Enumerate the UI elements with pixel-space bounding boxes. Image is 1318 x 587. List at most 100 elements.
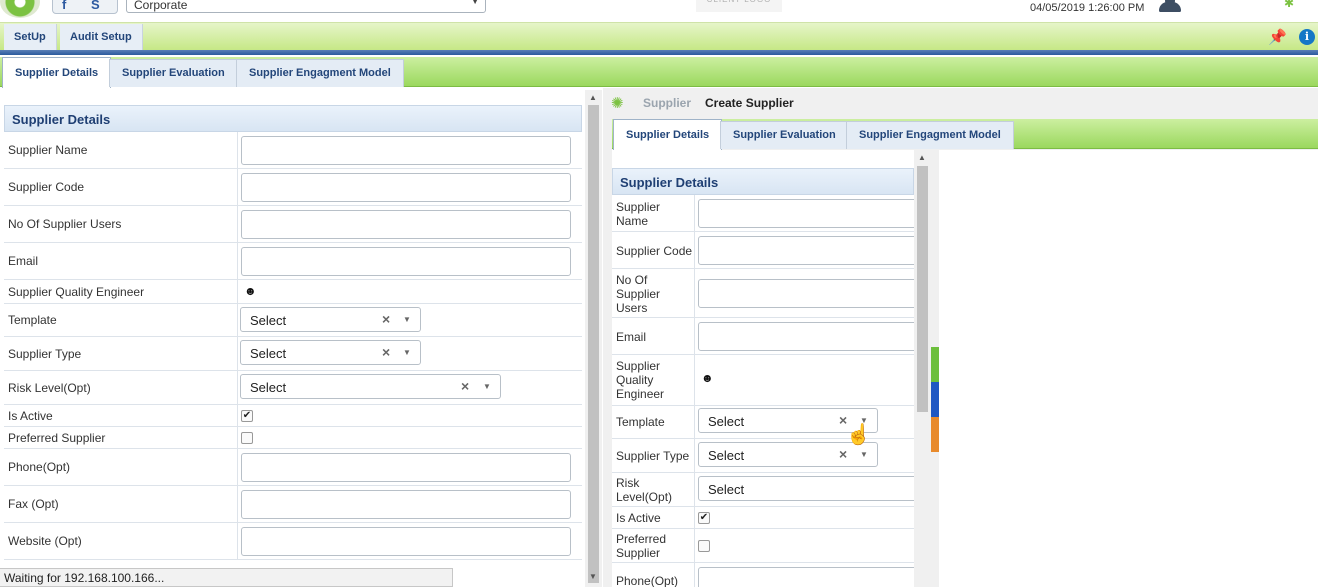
website-input[interactable]: [241, 527, 571, 556]
swirl-logo-icon: ✺: [611, 95, 624, 112]
social-buttons: f S: [52, 0, 118, 14]
preferred-supplier-checkbox[interactable]: [241, 432, 253, 444]
is-active-checkbox[interactable]: ✔: [698, 512, 710, 524]
field-label: Website (Opt): [8, 534, 82, 548]
row-sqe: Supplier Quality Engineer ☻: [612, 355, 914, 406]
row-no-of-users: No Of Supplier Users: [612, 269, 914, 318]
info-icon[interactable]: i: [1299, 29, 1315, 45]
row-email: Email: [612, 318, 914, 355]
skype-icon[interactable]: S: [91, 0, 100, 12]
right-empty-area: [939, 150, 1318, 587]
is-active-checkbox[interactable]: ✔: [241, 410, 253, 422]
field-label: No Of Supplier Users: [616, 273, 661, 315]
facebook-icon[interactable]: f: [62, 0, 66, 12]
side-stripe-blue: [931, 382, 939, 417]
email-input[interactable]: [698, 322, 914, 351]
supplier-type-select[interactable]: Select × ▼: [240, 340, 421, 365]
scroll-thumb[interactable]: [588, 105, 599, 583]
row-preferred: Preferred Supplier: [612, 529, 914, 563]
row-supplier-type: Supplier Type Select × ▼: [4, 337, 582, 371]
field-label: Preferred Supplier: [616, 532, 667, 560]
tab-supplier-details[interactable]: Supplier Details: [613, 119, 723, 150]
tab-supplier-details[interactable]: Supplier Details: [2, 57, 112, 88]
fax-input[interactable]: [241, 490, 571, 519]
field-label: No Of Supplier Users: [8, 217, 122, 231]
client-logo: CLIENT LOGO: [696, 0, 782, 12]
field-label: Supplier Code: [616, 244, 693, 258]
tab-strip: Supplier Details Supplier Evaluation Sup…: [0, 57, 1318, 88]
row-website: Website (Opt): [4, 523, 582, 560]
chevron-down-icon[interactable]: ▼: [403, 315, 411, 324]
template-select[interactable]: Select × ▼: [240, 307, 421, 332]
breadcrumb-create-supplier: Create Supplier: [705, 96, 794, 110]
no-of-users-input[interactable]: [698, 279, 914, 308]
pin-icon[interactable]: 📌: [1268, 28, 1287, 46]
select-value: Select: [250, 346, 287, 361]
supplier-name-input[interactable]: [241, 136, 571, 165]
scroll-up-icon[interactable]: ▲: [589, 93, 597, 102]
select-value: Select: [250, 313, 287, 328]
row-is-active: Is Active ✔: [4, 405, 582, 427]
person-picker-icon[interactable]: ☻: [701, 371, 714, 385]
row-fax: Fax (Opt): [4, 486, 582, 523]
row-supplier-code: Supplier Code: [612, 232, 914, 269]
supplier-details-form: Supplier Details Supplier Name Supplier …: [4, 105, 582, 587]
chevron-down-icon[interactable]: ▼: [483, 382, 491, 391]
scroll-down-icon[interactable]: ▼: [589, 572, 597, 581]
field-label: Template: [616, 415, 665, 429]
chevron-down-icon[interactable]: ▼: [403, 348, 411, 357]
row-risk-level: Risk Level(Opt) Select: [612, 473, 914, 507]
row-sqe: Supplier Quality Engineer ☻: [4, 280, 582, 304]
preferred-supplier-checkbox[interactable]: [698, 540, 710, 552]
clear-icon[interactable]: ×: [461, 378, 469, 394]
phone-input[interactable]: [241, 453, 571, 482]
scroll-thumb[interactable]: [917, 166, 928, 412]
swirl-logo-icon[interactable]: [0, 0, 40, 18]
row-supplier-name: Supplier Name: [4, 132, 582, 169]
tab-supplier-engagement-model[interactable]: Supplier Engagment Model: [236, 59, 404, 87]
field-label: Supplier Name: [616, 200, 661, 228]
menu-item-setup[interactable]: SetUp: [4, 24, 57, 50]
side-stripe-orange: [931, 417, 939, 452]
supplier-code-input[interactable]: [698, 236, 914, 265]
chevron-down-icon[interactable]: ▼: [860, 450, 868, 459]
settings-icon[interactable]: ✱: [1284, 0, 1294, 10]
field-label: Email: [616, 330, 647, 344]
person-picker-icon[interactable]: ☻: [244, 284, 257, 298]
supplier-code-input[interactable]: [241, 173, 571, 202]
row-preferred: Preferred Supplier: [4, 427, 582, 449]
clear-icon[interactable]: ×: [382, 311, 390, 327]
email-input[interactable]: [241, 247, 571, 276]
field-label: Email: [8, 254, 39, 268]
risk-level-select[interactable]: Select: [698, 476, 914, 501]
tab-supplier-engagement-model[interactable]: Supplier Engagment Model: [846, 121, 1014, 149]
tab-supplier-evaluation[interactable]: Supplier Evaluation: [109, 59, 238, 87]
left-scrollbar[interactable]: ▲ ▼: [585, 90, 602, 587]
organization-select[interactable]: Corporate ▼: [126, 0, 486, 13]
right-scrollbar[interactable]: ▲: [914, 150, 930, 587]
clear-icon[interactable]: ×: [839, 446, 847, 462]
user-icon[interactable]: [1157, 0, 1183, 12]
field-label: Is Active: [8, 409, 53, 423]
field-label: Supplier Name: [8, 143, 88, 157]
chevron-down-icon: ▼: [471, 0, 479, 6]
tab-supplier-evaluation[interactable]: Supplier Evaluation: [720, 121, 849, 149]
breadcrumb-supplier[interactable]: Supplier: [643, 96, 691, 110]
field-label: Is Active: [616, 511, 661, 525]
header-divider: [0, 50, 1318, 55]
select-value: Select: [708, 482, 745, 497]
risk-level-select[interactable]: Select × ▼: [240, 374, 501, 399]
clear-icon[interactable]: ×: [382, 344, 390, 360]
field-label: Supplier Quality Engineer: [616, 359, 665, 401]
section-title: Supplier Details: [4, 105, 582, 132]
field-label: Supplier Type: [616, 449, 690, 463]
supplier-name-input[interactable]: [698, 199, 914, 228]
field-label: Risk Level(Opt): [8, 381, 91, 395]
no-of-users-input[interactable]: [241, 210, 571, 239]
menu-item-audit-setup[interactable]: Audit Setup: [60, 24, 143, 50]
row-phone: Phone(Opt): [612, 563, 914, 587]
scroll-up-icon[interactable]: ▲: [918, 153, 926, 162]
phone-input[interactable]: [698, 567, 914, 587]
row-template: Template Select × ▼: [4, 304, 582, 337]
row-phone: Phone(Opt): [4, 449, 582, 486]
